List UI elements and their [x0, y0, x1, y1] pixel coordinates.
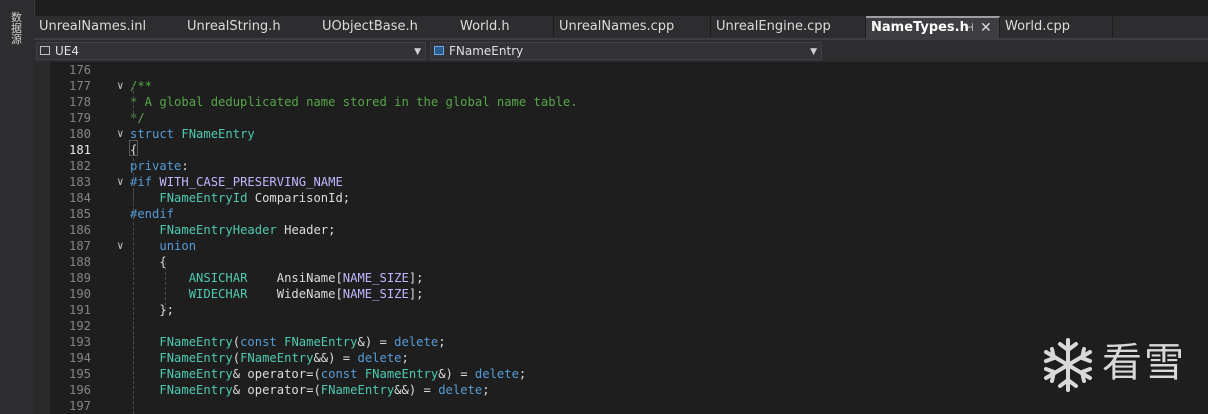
brace-highlight — [129, 140, 138, 156]
struct-icon — [434, 46, 444, 55]
line-number: 190 — [68, 287, 91, 301]
code-line[interactable]: 184 FNameEntryId ComparisonId; — [34, 190, 1208, 206]
line-number: 186 — [68, 223, 91, 237]
tab-unrealstring-h[interactable]: UnrealString.h — [182, 16, 319, 38]
fold-toggle-icon[interactable]: ∨ — [117, 126, 124, 142]
tab-unrealengine-cpp[interactable]: UnrealEngine.cpp — [711, 16, 866, 38]
code-line[interactable]: 176 — [34, 62, 1208, 78]
line-number: 197 — [68, 399, 91, 413]
line-number: 185 — [68, 207, 91, 221]
code-line[interactable]: 186 FNameEntryHeader Header; — [34, 222, 1208, 238]
code-line[interactable]: 193 FNameEntry(const FNameEntry&) = dele… — [34, 334, 1208, 350]
code-line[interactable]: 179 */ — [34, 110, 1208, 126]
line-number: 184 — [68, 191, 91, 205]
close-icon[interactable]: ✕ — [980, 18, 992, 38]
code-line[interactable]: 194 FNameEntry(FNameEntry&&) = delete; — [34, 350, 1208, 366]
code-text[interactable]: FNameEntryId ComparisonId; — [130, 190, 350, 206]
line-number: 194 — [68, 351, 91, 365]
line-number: 177 — [68, 79, 91, 93]
code-text[interactable]: union — [130, 238, 196, 254]
scope-dropdown[interactable]: FNameEntry ▼ — [430, 42, 822, 60]
code-line[interactable]: 185 #endif — [34, 206, 1208, 222]
chevron-down-icon: ▼ — [810, 47, 817, 57]
code-text[interactable]: #endif — [130, 206, 174, 222]
code-line[interactable]: 188 { — [34, 254, 1208, 270]
watermark-text: 看雪 — [1102, 340, 1186, 386]
code-line[interactable]: 189 ANSICHAR AnsiName[NAME_SIZE]; — [34, 270, 1208, 286]
code-line[interactable]: 183 ∨ #if WITH_CASE_PRESERVING_NAME — [34, 174, 1208, 190]
line-number: 188 — [68, 255, 91, 269]
tab-world-cpp[interactable]: World.cpp — [1000, 16, 1113, 38]
code-line[interactable]: 196 FNameEntry& operator=(FNameEntry&&) … — [34, 382, 1208, 398]
line-number: 183 — [68, 175, 91, 189]
line-number: 180 — [68, 127, 91, 141]
code-text[interactable]: FNameEntry(FNameEntry&&) = delete; — [130, 350, 409, 366]
tab-unrealnames-inl[interactable]: UnrealNames.inl — [34, 16, 184, 38]
fold-toggle-icon[interactable]: ∨ — [117, 238, 124, 254]
line-number: 178 — [68, 95, 91, 109]
line-number: 191 — [68, 303, 91, 317]
line-number: 182 — [68, 159, 91, 173]
line-number: 196 — [68, 383, 91, 397]
line-number: 176 — [68, 63, 91, 77]
code-line[interactable]: 197 — [34, 398, 1208, 414]
tab-nametypes-h[interactable]: NameTypes.h ⊣ ✕ — [866, 16, 1000, 38]
fold-toggle-icon[interactable]: ∨ — [117, 174, 124, 190]
code-line[interactable]: 180 ∨ struct FNameEntry — [34, 126, 1208, 142]
code-text[interactable]: FNameEntry& operator=(const FNameEntry&)… — [130, 366, 526, 382]
code-text[interactable]: struct FNameEntry — [130, 126, 255, 142]
code-line[interactable]: 182 private: — [34, 158, 1208, 174]
tab-unrealnames-cpp[interactable]: UnrealNames.cpp — [554, 16, 711, 38]
pin-icon[interactable]: ⊣ — [964, 18, 974, 38]
code-text[interactable]: FNameEntry(const FNameEntry&) = delete; — [130, 334, 445, 350]
code-text[interactable]: WIDECHAR WideName[NAME_SIZE]; — [130, 286, 424, 302]
project-dropdown[interactable]: UE4 ▼ — [36, 42, 426, 60]
code-line[interactable]: 181{ — [34, 142, 1208, 158]
line-number: 192 — [68, 319, 91, 333]
side-panel-strip[interactable]: 数据源 — [0, 0, 35, 414]
side-panel-label[interactable]: 数据源 — [11, 12, 25, 45]
code-line[interactable]: 192 — [34, 318, 1208, 334]
snowflake-icon — [1044, 338, 1092, 392]
code-editor[interactable]: 176 177 ∨/** 178 * A global deduplicated nam… — [34, 62, 1208, 414]
code-text[interactable]: #if WITH_CASE_PRESERVING_NAME — [130, 174, 343, 190]
line-number: 195 — [68, 367, 91, 381]
line-number: 189 — [68, 271, 91, 285]
code-text[interactable]: FNameEntry& operator=(FNameEntry&&) = de… — [130, 382, 489, 398]
watermark: 看雪 — [1040, 336, 1200, 398]
code-text[interactable]: { — [130, 254, 166, 270]
code-line[interactable]: 191 }; — [34, 302, 1208, 318]
tab-world-h[interactable]: World.h — [455, 16, 554, 38]
project-icon — [40, 46, 50, 55]
line-number: 187 — [68, 239, 91, 253]
document-tab-bar: UnrealNames.inl UnrealString.h UObjectBa… — [34, 16, 1208, 38]
code-line[interactable]: 177 ∨/** — [34, 78, 1208, 94]
code-line[interactable]: 187 ∨ union — [34, 238, 1208, 254]
tab-uobjectbase-h[interactable]: UObjectBase.h — [317, 16, 456, 38]
code-line[interactable]: 178 * A global deduplicated name stored i… — [34, 94, 1208, 110]
navigation-bar: UE4 ▼ FNameEntry ▼ — [34, 40, 1208, 62]
line-number: 179 — [68, 111, 91, 125]
fold-toggle-icon[interactable]: ∨ — [117, 78, 124, 94]
code-text[interactable]: private: — [130, 158, 189, 174]
code-text[interactable]: * A global deduplicated name stored in t… — [130, 94, 578, 110]
chevron-down-icon: ▼ — [414, 47, 421, 57]
line-number: 193 — [68, 335, 91, 349]
code-line[interactable]: 195 FNameEntry& operator=(const FNameEnt… — [34, 366, 1208, 382]
code-text[interactable]: }; — [130, 302, 174, 318]
code-line[interactable]: 190 WIDECHAR WideName[NAME_SIZE]; — [34, 286, 1208, 302]
code-text[interactable]: FNameEntryHeader Header; — [130, 222, 335, 238]
line-number: 181 — [68, 143, 91, 157]
code-text[interactable]: ANSICHAR AnsiName[NAME_SIZE]; — [130, 270, 424, 286]
